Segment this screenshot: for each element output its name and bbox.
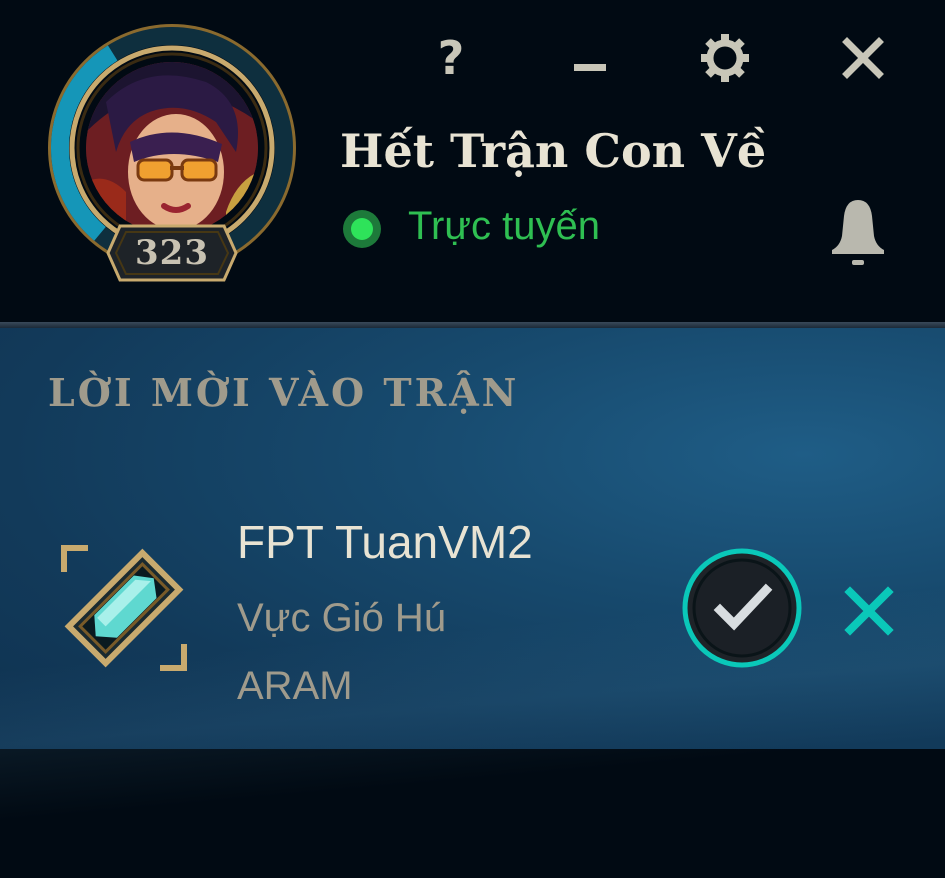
status-label[interactable]: Trực tuyến (408, 204, 600, 249)
inviter-name: FPT TuanVM2 (237, 516, 533, 568)
bell-icon[interactable] (826, 196, 890, 268)
profile-avatar[interactable]: 323 (46, 22, 298, 282)
invite-type-icon (58, 542, 190, 674)
status-indicator (343, 210, 381, 248)
accept-invite-button[interactable] (682, 548, 802, 668)
level-badge: 323 (106, 224, 238, 282)
close-icon (844, 586, 894, 636)
decline-invite-button[interactable] (842, 584, 896, 638)
close-icon[interactable] (835, 30, 891, 86)
gear-icon[interactable] (697, 30, 753, 86)
profile-header: 323 ? Hết Trận Con Về Trực tuyến (0, 0, 945, 322)
summoner-name[interactable]: Hết Trận Con Về (340, 124, 766, 178)
champion-portrait (86, 62, 258, 234)
invites-section-title: LỜI MỜI VÀO TRẬN (48, 370, 520, 415)
invite-mode: ARAM (237, 664, 353, 708)
help-icon[interactable]: ? (423, 30, 479, 86)
invite-map: Vực Gió Hú (237, 596, 447, 640)
summoner-level: 323 (135, 233, 209, 273)
minimize-icon[interactable] (562, 30, 618, 86)
